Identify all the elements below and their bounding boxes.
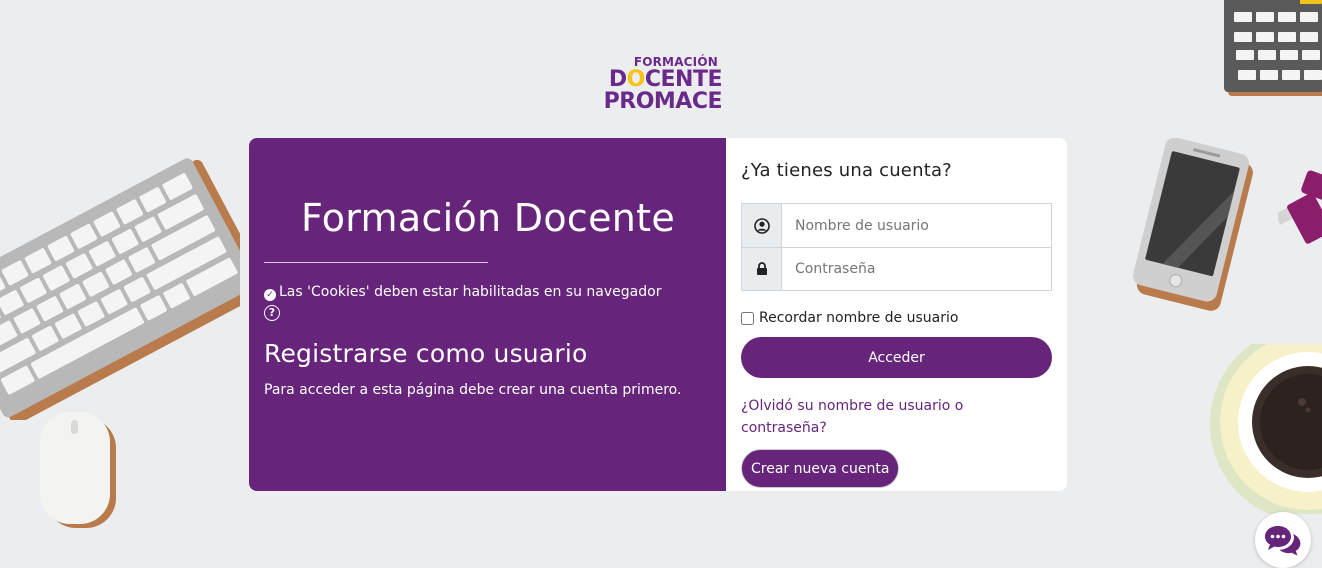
coffee-cup-illustration <box>1210 344 1322 514</box>
login-button[interactable]: Acceder <box>741 337 1052 378</box>
signup-heading: Registrarse como usuario <box>264 339 588 368</box>
lock-icon <box>742 248 782 290</box>
site-title: Formación Docente <box>300 196 676 240</box>
cookies-notice: ✓ Las 'Cookies' deben estar habilitadas e… <box>264 282 711 322</box>
logo-line-3: PROMACE <box>603 89 723 114</box>
keyboard-illustration <box>0 158 240 420</box>
info-panel: Formación Docente ✓ Las 'Cookies' deben e… <box>249 138 726 491</box>
login-page: FORMACIÓN DOCENTE PROMACE Formación Doce… <box>0 0 1322 568</box>
remember-label: Recordar nombre de usuario <box>759 310 959 326</box>
chat-button[interactable] <box>1255 512 1311 568</box>
remember-username[interactable]: Recordar nombre de usuario <box>741 310 1052 326</box>
forgot-password-link[interactable]: ¿Olvidó su nombre de usuario o contraseñ… <box>741 395 1001 439</box>
chat-bubbles-icon <box>1265 526 1301 556</box>
phone-illustration <box>1133 138 1253 311</box>
create-account-button[interactable]: Crear nueva cuenta <box>741 449 900 488</box>
usb-illustration <box>1278 170 1322 244</box>
check-circle-icon: ✓ <box>264 289 276 301</box>
cookies-notice-text: Las 'Cookies' deben estar habilitadas en… <box>279 284 662 300</box>
calculator-illustration <box>1224 0 1322 96</box>
mouse-illustration <box>40 412 116 528</box>
credentials-group <box>741 203 1052 291</box>
username-input[interactable] <box>782 204 1051 247</box>
question-circle-icon[interactable]: ? <box>264 305 280 321</box>
username-row <box>742 204 1051 247</box>
title-divider <box>264 262 488 263</box>
login-panel: ¿Ya tienes una cuenta? Nombre de usuario… <box>726 138 1067 491</box>
remember-checkbox[interactable] <box>741 311 754 325</box>
login-heading: ¿Ya tienes una cuenta? <box>741 160 952 181</box>
user-circle-icon <box>742 204 782 247</box>
login-card: Formación Docente ✓ Las 'Cookies' deben e… <box>249 138 1067 491</box>
signup-text: Para acceder a esta página debe crear un… <box>264 382 682 398</box>
password-row <box>742 247 1051 290</box>
password-input[interactable] <box>782 248 1051 290</box>
site-logo[interactable]: FORMACIÓN DOCENTE PROMACE <box>598 55 723 117</box>
logo-line-2: DOCENTE <box>608 67 723 92</box>
